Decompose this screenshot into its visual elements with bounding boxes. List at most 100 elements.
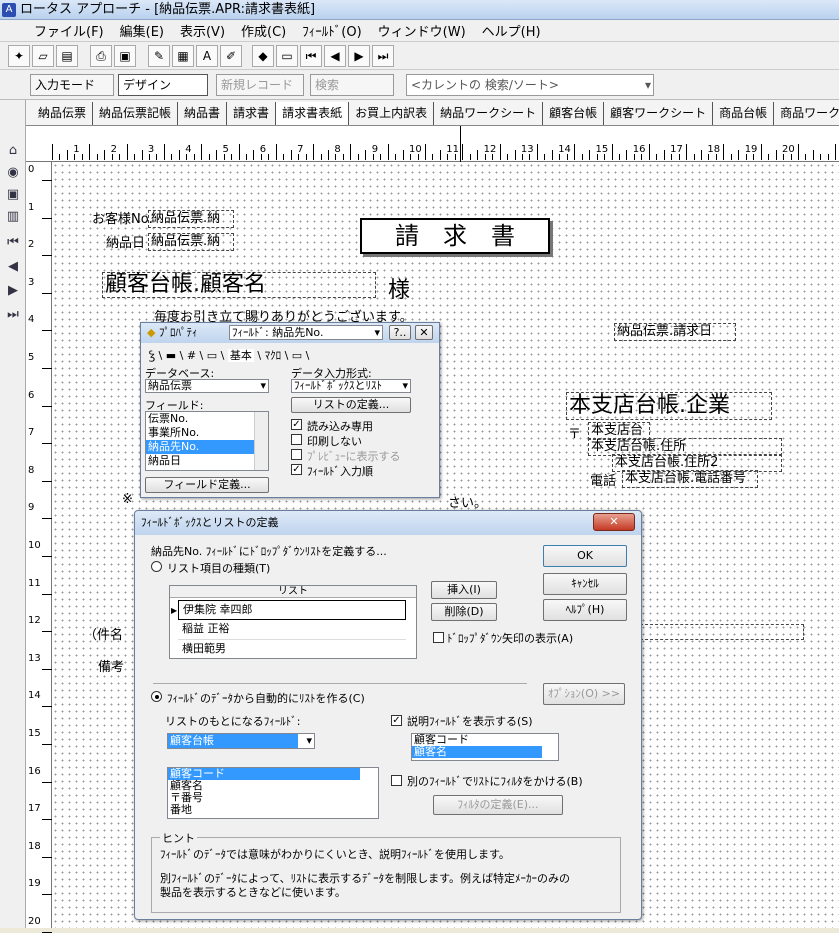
property-checkbox[interactable]: ✓ — [291, 419, 302, 430]
filter-checkbox[interactable] — [391, 775, 402, 786]
menu-window[interactable]: ウィンドウ(W) — [370, 21, 474, 40]
menu-view[interactable]: 表示(V) — [172, 21, 233, 40]
property-checkbox[interactable] — [291, 449, 302, 460]
show-description-checkbox[interactable]: ✓ — [391, 715, 402, 726]
list-items-table[interactable]: リスト 伊集院 幸四郎 稲益 正裕 横田範男 ▶ — [169, 585, 417, 659]
help-button[interactable]: ﾍﾙﾌﾟ(H) — [543, 599, 627, 621]
tab-0[interactable]: 納品伝票 — [32, 102, 94, 125]
field-list-item[interactable]: 事業所No. — [146, 426, 254, 440]
properties-tab-icon[interactable]: ▭ — [292, 349, 302, 362]
list-row[interactable]: 横田範男 — [178, 640, 406, 658]
tab-10[interactable]: 商品ワークシ — [774, 102, 839, 125]
property-checkbox[interactable]: ✓ — [291, 464, 302, 475]
auto-list-radio[interactable] — [151, 691, 162, 702]
label-tab-icon[interactable]: ▭ — [207, 349, 217, 362]
form-icon[interactable]: ▦ — [172, 45, 194, 67]
draw-icon[interactable]: ✐ — [220, 45, 242, 67]
approach-icon[interactable]: A — [2, 3, 16, 17]
next-icon[interactable]: ▶ — [2, 280, 24, 302]
smartmaster-icon[interactable]: ◆ — [252, 45, 274, 67]
input-format-combo[interactable]: ﾌｨｰﾙﾄﾞﾎﾞｯｸｽとﾘｽﾄ ▾ — [291, 379, 411, 393]
monitor-icon[interactable]: ▣ — [2, 184, 24, 206]
menu-create[interactable]: 作成(C) — [233, 21, 294, 40]
preview-icon[interactable]: ▣ — [114, 45, 136, 67]
tab-3[interactable]: 請求書 — [227, 102, 277, 125]
print-icon[interactable]: ⎙ — [90, 45, 112, 67]
insert-button[interactable]: 挿入(I) — [431, 581, 497, 599]
first-icon[interactable]: ⏮ — [2, 232, 24, 254]
tel-field[interactable]: 本支店台帳.電話番号 — [622, 470, 758, 488]
field-list[interactable]: 伝票No. 事業所No. 納品先No. 納品日 — [145, 411, 269, 471]
last-icon[interactable]: ⏭ — [2, 304, 24, 326]
subject-field-box[interactable] — [640, 624, 804, 640]
company-field[interactable]: 本支店台帳.企業 — [566, 392, 772, 420]
tab-7[interactable]: 顧客台帳 — [543, 102, 605, 125]
tab-macro[interactable]: ﾏｸﾛ — [265, 349, 282, 362]
input-mode-button[interactable]: 入力モード — [30, 74, 114, 96]
first-record-icon[interactable]: ⏮ — [300, 45, 322, 67]
source-db-combo[interactable]: 顧客台帳 ▾ — [167, 733, 315, 749]
tab-1[interactable]: 納品伝票記帳 — [93, 102, 179, 125]
customer-name-field[interactable]: 顧客台帳.顧客名 — [102, 272, 376, 298]
source-field-list[interactable]: 顧客コード 顧客名 〒番号 番地 — [167, 767, 379, 819]
find-sort-combo[interactable]: <カレントの 検索/ソート> ▾ — [406, 74, 654, 96]
source-field-item[interactable]: 〒番号 — [168, 792, 360, 804]
format-tab-icon[interactable]: # — [187, 349, 196, 362]
tab-4[interactable]: 請求書表紙 — [276, 102, 350, 125]
prev-icon[interactable]: ◀ — [2, 256, 24, 278]
source-field-item[interactable]: 番地 — [168, 804, 360, 816]
list-definition-button[interactable]: リストの定義... — [291, 397, 411, 413]
last-record-icon[interactable]: ⏭ — [372, 45, 394, 67]
field-select-combo[interactable]: ﾌｨｰﾙﾄﾞ: 納品先No. ▾ — [229, 325, 383, 340]
tab-9[interactable]: 商品台帳 — [713, 102, 775, 125]
search-button[interactable]: 検索 — [310, 74, 394, 96]
property-checkbox[interactable] — [291, 434, 302, 445]
brush-icon[interactable]: ✎ — [148, 45, 170, 67]
document-title[interactable]: 請 求 書 — [360, 218, 550, 254]
menu-help[interactable]: ヘルプ(H) — [474, 21, 549, 40]
help-question-button[interactable]: ?.. — [389, 325, 411, 340]
design-button[interactable]: デザイン — [118, 74, 208, 96]
menu-edit[interactable]: 編集(E) — [112, 21, 172, 40]
tab-6[interactable]: 納品ワークシート — [434, 102, 544, 125]
new-record-button[interactable]: 新規レコード — [216, 74, 304, 96]
font-tab-icon[interactable]: Ꝣ — [149, 349, 155, 362]
menu-file[interactable]: ファイル(F) — [26, 21, 112, 40]
delete-button[interactable]: 削除(D) — [431, 603, 497, 621]
save-icon[interactable]: ▤ — [56, 45, 78, 67]
database-combo[interactable]: 納品伝票 ▾ — [145, 379, 269, 393]
options-button[interactable]: ｵﾌﾟｼｮﾝ(O) >> — [543, 683, 625, 705]
home-icon[interactable]: ⌂ — [2, 140, 24, 162]
tab-5[interactable]: お買上内訳表 — [349, 102, 435, 125]
next-record-icon[interactable]: ▶ — [348, 45, 370, 67]
description-field-item[interactable]: 顧客名 — [412, 746, 542, 758]
globe-icon[interactable]: ◉ — [2, 162, 24, 184]
field-list-item[interactable]: 伝票No. — [146, 412, 254, 426]
field-list-item[interactable]: 納品日 — [146, 454, 254, 468]
tab-basic[interactable]: 基本 — [227, 349, 254, 362]
open-icon[interactable]: ▱ — [32, 45, 54, 67]
field-box-icon[interactable]: ▭ — [276, 45, 298, 67]
ok-button[interactable]: OK — [543, 545, 627, 567]
description-field-list[interactable]: 顧客コード 顧客名 — [411, 733, 559, 761]
close-icon[interactable]: ✕ — [593, 513, 635, 531]
tab-8[interactable]: 顧客ワークシート — [604, 102, 714, 125]
billing-date-field[interactable]: 納品伝票.請求日 — [614, 323, 736, 341]
list-row[interactable]: 伊集院 幸四郎 — [178, 600, 406, 620]
close-icon[interactable]: ✕ — [415, 325, 433, 340]
new-file-icon[interactable]: ✦ — [8, 45, 30, 67]
tab-2[interactable]: 納品書 — [178, 102, 228, 125]
prev-record-icon[interactable]: ◀ — [324, 45, 346, 67]
field-definition-button[interactable]: フィールド定義... — [145, 477, 269, 493]
scrollbar[interactable] — [254, 412, 268, 470]
building-icon[interactable]: ▥ — [2, 206, 24, 228]
list-items-radio[interactable] — [151, 561, 162, 572]
filter-definition-button[interactable]: ﾌｨﾙﾀの定義(E)... — [433, 795, 563, 815]
list-row[interactable]: 稲益 正裕 — [178, 620, 406, 640]
delivery-date-field[interactable]: 納品伝票.納 — [148, 233, 234, 251]
dropdown-arrow-checkbox[interactable] — [433, 632, 444, 643]
field-list-item[interactable]: 納品先No. — [146, 440, 254, 454]
menu-field[interactable]: ﾌｨｰﾙﾄﾞ(O) — [294, 21, 369, 40]
customer-no-field[interactable]: 納品伝票.納 — [148, 210, 234, 228]
text-tool-icon[interactable]: A — [196, 45, 218, 67]
